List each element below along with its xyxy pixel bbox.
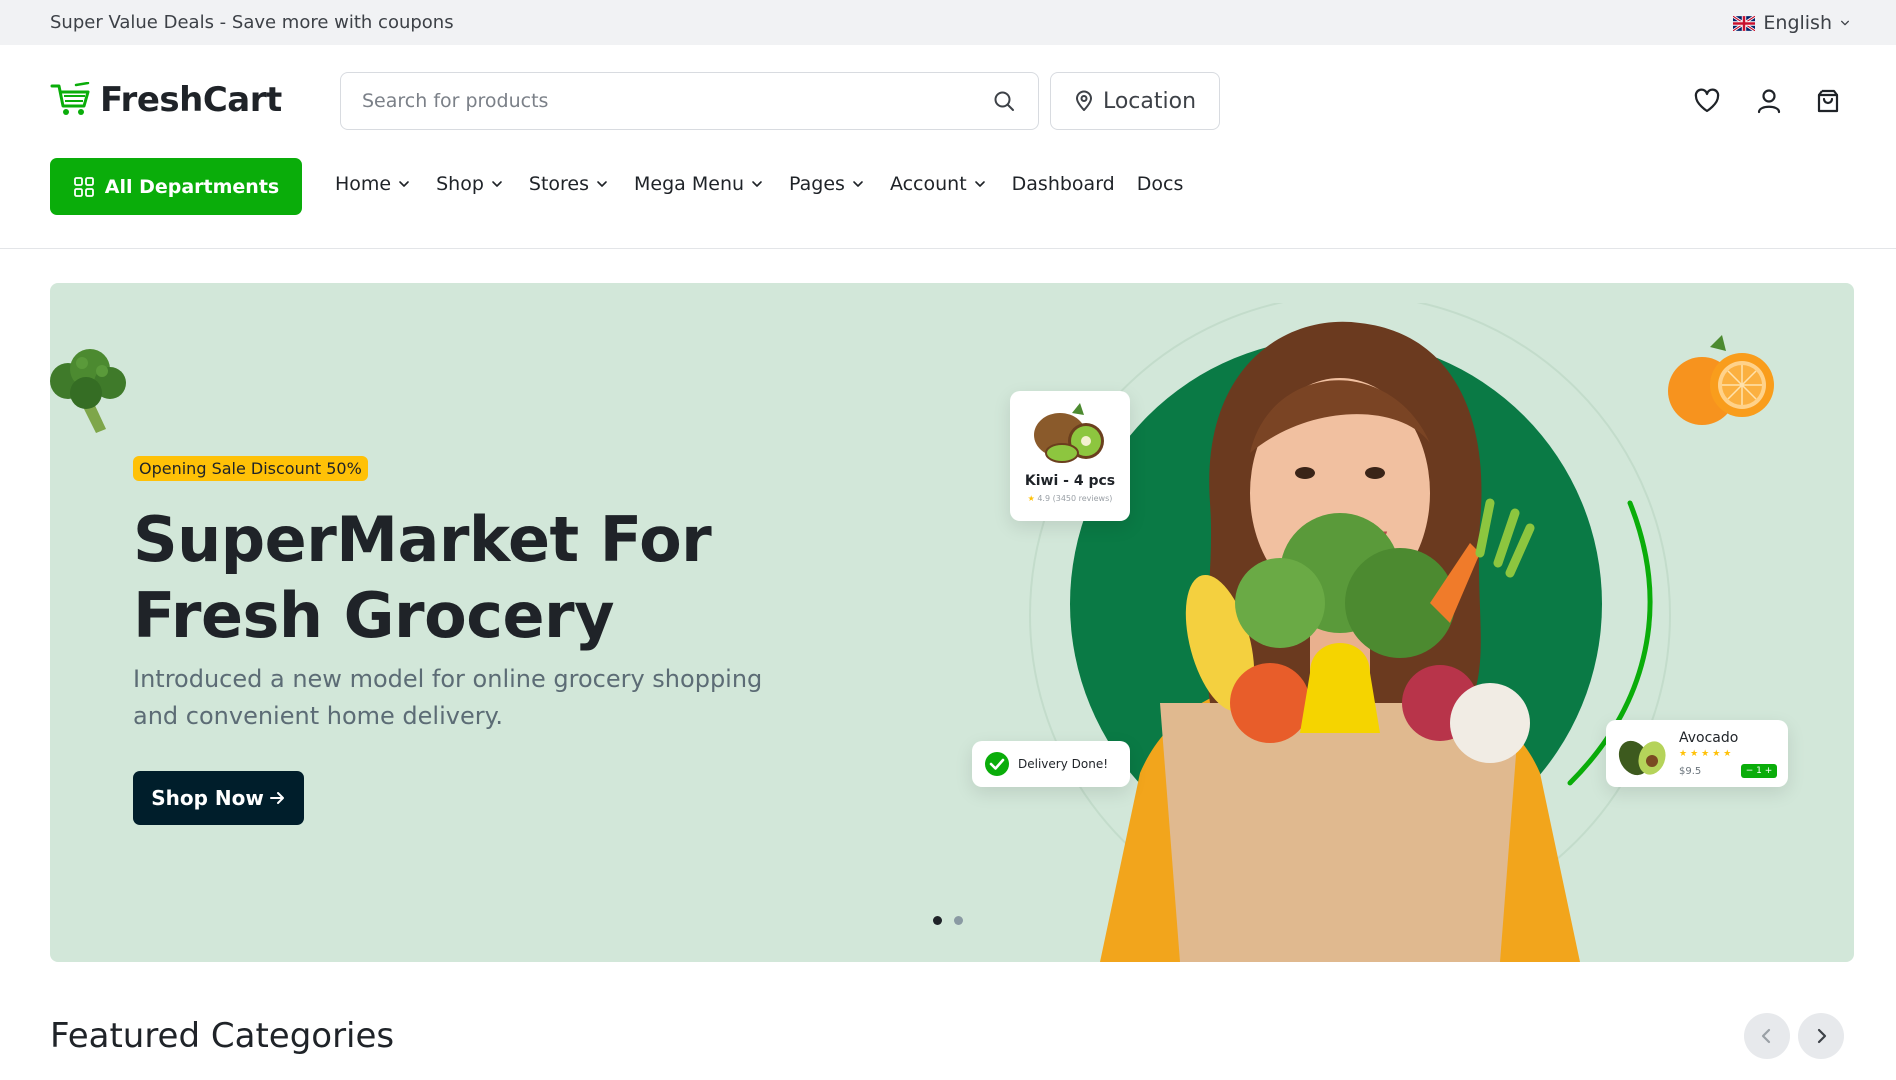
- nav-item-account[interactable]: Account: [890, 173, 986, 195]
- heart-icon[interactable]: [1692, 86, 1722, 116]
- quantity-stepper[interactable]: − 1 +: [1741, 764, 1777, 778]
- main-nav: Home Shop Stores Mega Menu Pages Account…: [335, 173, 1183, 195]
- nav-item-stores[interactable]: Stores: [529, 173, 608, 195]
- star-icon: ★: [1027, 494, 1035, 503]
- nav-label: Account: [889, 173, 967, 195]
- categories-next-button[interactable]: [1798, 1013, 1844, 1059]
- location-button[interactable]: Location: [1050, 72, 1220, 130]
- delivery-text: Delivery Done!: [1018, 757, 1109, 771]
- cart-logo-icon: [50, 82, 90, 115]
- kiwi-reviews: (3450 reviews): [1052, 494, 1113, 503]
- hero-subtitle: Introduced a new model for online grocer…: [133, 665, 763, 730]
- kiwi-rating: 4.9: [1037, 494, 1051, 503]
- chevron-left-icon: [1761, 1028, 1771, 1044]
- avocado-rating-stars: ★★★★★: [1679, 749, 1735, 759]
- kiwi-name: Kiwi - 4 pcs: [1024, 473, 1116, 489]
- nav-item-pages[interactable]: Pages: [789, 173, 864, 195]
- all-departments-button[interactable]: All Departments: [50, 158, 302, 215]
- chevron-down-icon: [1841, 20, 1849, 26]
- language-selector[interactable]: English: [1733, 12, 1850, 34]
- chevron-down-icon: [974, 181, 985, 187]
- nav-label: Pages: [789, 173, 845, 195]
- nav-item-dashboard[interactable]: Dashboard: [1012, 173, 1115, 195]
- kiwi-rating-row: ★ 4.9 (3450 reviews): [1010, 494, 1130, 503]
- top-promo-bar: Super Value Deals - Save more with coupo…: [0, 0, 1896, 45]
- kiwi-product-card: Kiwi - 4 pcs ★ 4.9 (3450 reviews): [1010, 391, 1130, 521]
- nav-label: Mega Menu: [634, 173, 745, 195]
- chevron-down-icon: [399, 181, 409, 187]
- carousel-dot-1[interactable]: [933, 916, 942, 925]
- chevron-down-icon: [853, 181, 863, 187]
- check-icon: [985, 752, 1009, 776]
- search-icon[interactable]: [992, 89, 1016, 113]
- header-divider: [0, 248, 1896, 249]
- kiwi-image: [1034, 403, 1104, 463]
- search-bar: [340, 72, 1039, 130]
- nav-item-shop[interactable]: Shop: [436, 173, 503, 195]
- broccoli-image: [50, 349, 126, 433]
- nav-label: Home: [335, 173, 392, 195]
- nav-label: Shop: [436, 173, 484, 195]
- chevron-right-icon: [1817, 1028, 1827, 1044]
- logo[interactable]: FreshCart: [50, 80, 282, 120]
- language-label: English: [1763, 12, 1832, 34]
- avocado-name: Avocado: [1679, 730, 1739, 746]
- grid-icon: [73, 176, 94, 197]
- nav-item-home[interactable]: Home: [335, 173, 410, 195]
- avocado-image: [1618, 740, 1666, 776]
- nav-label: Docs: [1136, 173, 1184, 195]
- search-input[interactable]: [362, 90, 962, 112]
- uk-flag-icon: [1733, 15, 1756, 31]
- hero-title: SuperMarket For Fresh Grocery: [133, 503, 712, 652]
- nav-label: Dashboard: [1011, 173, 1115, 195]
- user-icon[interactable]: [1754, 86, 1784, 116]
- avocado-product-card: Avocado ★★★★★ $9.5 − 1 +: [1606, 720, 1788, 787]
- sale-badge: Opening Sale Discount 50%: [133, 456, 368, 481]
- location-label: Location: [1102, 88, 1197, 114]
- nav-item-docs[interactable]: Docs: [1137, 173, 1184, 195]
- promo-text: Super Value Deals - Save more with coupo…: [50, 12, 454, 33]
- all-departments-label: All Departments: [104, 175, 280, 198]
- hero-banner: Opening Sale Discount 50% SuperMarket Fo…: [50, 283, 1854, 962]
- arrow-right-icon: [269, 792, 284, 804]
- chevron-down-icon: [597, 181, 607, 187]
- shop-now-button[interactable]: Shop Now: [133, 771, 304, 825]
- logo-text: FreshCart: [100, 80, 282, 120]
- shop-now-label: Shop Now: [151, 786, 264, 810]
- delivery-done-card: Delivery Done!: [972, 741, 1130, 787]
- carousel-dot-2[interactable]: [954, 916, 963, 925]
- chevron-down-icon: [492, 181, 502, 187]
- avocado-price: $9.5: [1679, 766, 1702, 777]
- location-pin-icon: [1075, 90, 1092, 111]
- featured-categories-title: Featured Categories: [50, 1016, 395, 1056]
- nav-item-mega-menu[interactable]: Mega Menu: [634, 173, 763, 195]
- categories-prev-button[interactable]: [1744, 1013, 1790, 1059]
- chevron-down-icon: [752, 181, 762, 187]
- shopping-bag-icon[interactable]: [1813, 86, 1843, 116]
- nav-label: Stores: [528, 173, 590, 195]
